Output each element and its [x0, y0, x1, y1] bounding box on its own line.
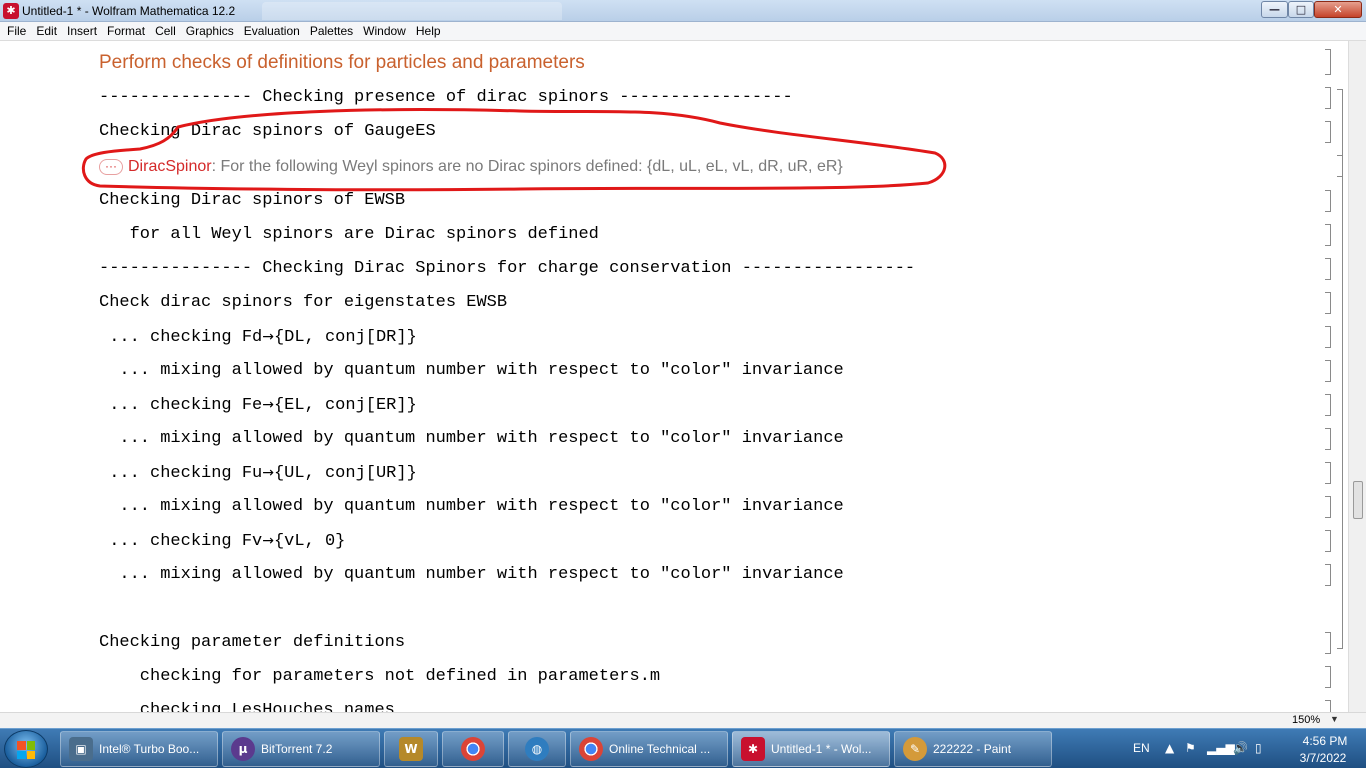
print-line-params-not-defined: checking for parameters not defined in p… [99, 667, 661, 686]
cell-bracket[interactable] [1325, 428, 1331, 450]
show-hidden-icons-icon[interactable]: ▲ [1165, 741, 1174, 755]
mixing-line-fd: ... mixing allowed by quantum number wit… [99, 361, 844, 380]
minimize-button[interactable]: — [1261, 1, 1288, 18]
language-indicator[interactable]: EN [1133, 741, 1150, 755]
scrollbar-thumb[interactable] [1353, 481, 1363, 519]
mixing-line-fv: ... mixing allowed by quantum number wit… [99, 565, 844, 584]
check-line-fe: ... checking Fe→{EL, conj[ER]} [99, 396, 417, 415]
menu-graphics[interactable]: Graphics [181, 22, 239, 41]
taskbar-item-bittorrent[interactable]: μ BitTorrent 7.2 [222, 731, 380, 767]
menu-insert[interactable]: Insert [62, 22, 102, 41]
word-icon: W [399, 737, 423, 761]
cell-bracket[interactable] [1325, 666, 1331, 688]
cell-bracket[interactable] [1325, 49, 1331, 75]
cell-bracket[interactable] [1325, 87, 1331, 109]
cell-bracket[interactable] [1325, 360, 1331, 382]
taskbar-item-chrome[interactable] [442, 731, 504, 767]
taskbar-item-chrome-online-technical[interactable]: Online Technical ... [570, 731, 728, 767]
message-line: ··· DiracSpinor: For the following Weyl s… [99, 157, 843, 177]
chrome-icon [579, 737, 603, 761]
menu-file[interactable]: File [2, 22, 31, 41]
mathematica-icon: ✱ [3, 3, 19, 19]
start-button[interactable] [4, 730, 48, 768]
cell-bracket[interactable] [1325, 326, 1331, 348]
cell-bracket[interactable] [1325, 394, 1331, 416]
taskbar-item-browser[interactable]: ◍ [508, 731, 566, 767]
chrome-icon [461, 737, 485, 761]
print-line-leshouches: checking LesHouches names [99, 701, 395, 712]
menu-edit[interactable]: Edit [31, 22, 62, 41]
cell-bracket[interactable] [1325, 564, 1331, 586]
taskbar: ▣ Intel® Turbo Boo... μ BitTorrent 7.2 W… [0, 728, 1366, 768]
menu-palettes[interactable]: Palettes [305, 22, 358, 41]
zoom-level[interactable]: 150% [1292, 714, 1320, 726]
notebook-area[interactable]: Perform checks of definitions for partic… [0, 41, 1348, 712]
vertical-scrollbar[interactable] [1348, 41, 1366, 712]
status-bar: 150% ▼ [0, 712, 1366, 728]
cell-bracket[interactable] [1325, 121, 1331, 143]
taskbar-item-intel-turbo[interactable]: ▣ Intel® Turbo Boo... [60, 731, 218, 767]
network-signal-icon[interactable]: ▂▄▆ [1207, 741, 1235, 755]
intel-turbo-icon: ▣ [69, 737, 93, 761]
volume-icon[interactable]: 🔊 [1233, 741, 1248, 755]
message-menu-button[interactable]: ··· [99, 159, 123, 175]
group-bracket[interactable] [1337, 89, 1343, 649]
print-line-all-defined: for all Weyl spinors are Dirac spinors d… [99, 225, 599, 244]
mixing-line-fu: ... mixing allowed by quantum number wit… [99, 497, 844, 516]
zoom-dropdown-icon[interactable]: ▼ [1330, 714, 1339, 724]
print-line-ewsb: Checking Dirac spinors of EWSB [99, 191, 406, 210]
cell-bracket[interactable] [1325, 496, 1331, 518]
menu-cell[interactable]: Cell [150, 22, 181, 41]
close-button[interactable]: ✕ [1314, 1, 1362, 18]
check-line-fu: ... checking Fu→{UL, conj[UR]} [99, 464, 417, 483]
cell-bracket[interactable] [1325, 530, 1331, 552]
clock-time[interactable]: 4:56 PM [1295, 734, 1355, 748]
print-line-gauge-es: Checking Dirac spinors of GaugeES [99, 122, 436, 141]
maximize-button[interactable]: □ [1288, 1, 1314, 18]
menu-help[interactable]: Help [411, 22, 446, 41]
mathematica-icon: ✱ [741, 737, 765, 761]
cell-bracket[interactable] [1325, 292, 1331, 314]
taskbar-item-mathematica[interactable]: ✱ Untitled-1 * - Wol... [732, 731, 890, 767]
cell-bracket[interactable] [1325, 258, 1331, 280]
section-title: Perform checks of definitions for partic… [99, 52, 585, 73]
check-line-fv: ... checking Fv→{vL, 0} [99, 532, 346, 551]
system-tray: EN ▲ ⚑ ▂▄▆ 🔊 ▯ 4:56 PM 3/7/2022 [1125, 729, 1366, 768]
windows-logo-icon [17, 741, 35, 759]
print-line-parameter-defs: Checking parameter definitions [99, 633, 406, 652]
menu-evaluation[interactable]: Evaluation [239, 22, 305, 41]
cell-bracket[interactable] [1325, 632, 1331, 654]
background-window-tab [262, 2, 562, 20]
cell-bracket[interactable] [1325, 190, 1331, 212]
print-line-dirac-header: --------------- Checking presence of dir… [99, 88, 793, 107]
menu-window[interactable]: Window [358, 22, 411, 41]
cell-bracket[interactable] [1325, 224, 1331, 246]
message-name[interactable]: DiracSpinor [128, 158, 212, 175]
window-title: Untitled-1 * - Wolfram Mathematica 12.2 [22, 4, 236, 18]
message-text: : For the following Weyl spinors are no … [211, 158, 843, 175]
cell-bracket[interactable] [1325, 700, 1331, 712]
bittorrent-icon: μ [231, 737, 255, 761]
mixing-line-fe: ... mixing allowed by quantum number wit… [99, 429, 844, 448]
print-line-eigenstates: Check dirac spinors for eigenstates EWSB [99, 293, 508, 312]
menu-format[interactable]: Format [102, 22, 150, 41]
globe-icon: ◍ [525, 737, 549, 761]
taskbar-item-word[interactable]: W [384, 731, 438, 767]
print-line-charge-header: --------------- Checking Dirac Spinors f… [99, 259, 916, 278]
cell-bracket[interactable] [1325, 462, 1331, 484]
taskbar-item-paint[interactable]: ✎ 222222 - Paint [894, 731, 1052, 767]
title-bar: ✱ Untitled-1 * - Wolfram Mathematica 12.… [0, 0, 1366, 22]
check-line-fd: ... checking Fd→{DL, conj[DR]} [99, 328, 417, 347]
action-center-flag-icon[interactable]: ⚑ [1185, 741, 1196, 755]
clock-date[interactable]: 3/7/2022 [1291, 751, 1355, 765]
menu-bar: File Edit Insert Format Cell Graphics Ev… [0, 22, 1366, 41]
power-icon[interactable]: ▯ [1255, 741, 1262, 755]
paint-icon: ✎ [903, 737, 927, 761]
